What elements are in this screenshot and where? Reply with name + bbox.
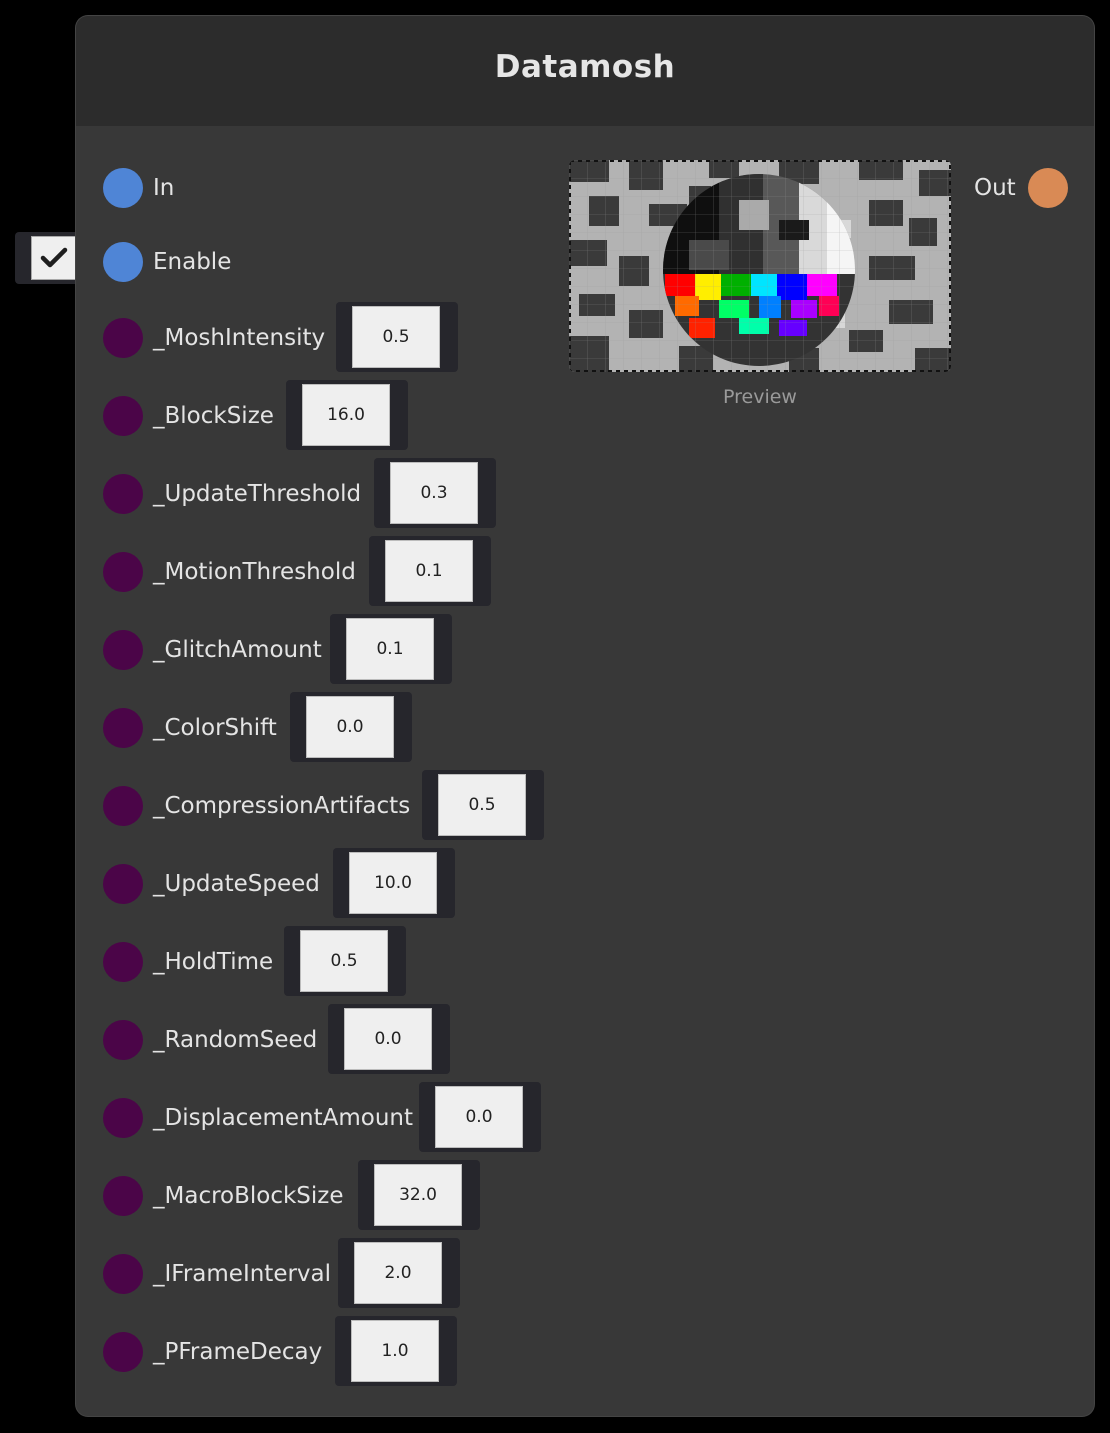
- param-label: _CompressionArtifacts: [153, 793, 411, 819]
- param-label: _UpdateSpeed: [153, 871, 320, 897]
- checkmark-icon: [40, 247, 68, 268]
- param-label: _BlockSize: [153, 403, 274, 429]
- param-row: _RandomSeed: [103, 1020, 317, 1060]
- param-port[interactable]: [103, 864, 143, 904]
- param-value-field[interactable]: 1.0: [351, 1320, 439, 1382]
- preview-image: [569, 160, 951, 372]
- param-field-container: 0.1: [369, 536, 491, 606]
- enable-checkbox[interactable]: [31, 236, 77, 280]
- param-row: _CompressionArtifacts: [103, 786, 410, 826]
- param-label: _RandomSeed: [153, 1027, 318, 1053]
- input-port-label-in: In: [153, 175, 175, 201]
- param-value-field[interactable]: 0.1: [346, 618, 434, 680]
- input-port-row-enable: Enable: [103, 242, 231, 282]
- param-value-field[interactable]: 0.1: [385, 540, 473, 602]
- param-label: _MotionThreshold: [153, 559, 356, 585]
- node-title: Datamosh: [494, 49, 676, 85]
- output-port-out[interactable]: [1027, 168, 1068, 208]
- param-field-container: 1.0: [335, 1316, 457, 1386]
- param-value-field[interactable]: 0.5: [300, 930, 388, 992]
- output-port-row-out: Out: [974, 168, 1068, 208]
- param-port[interactable]: [103, 1098, 143, 1138]
- param-value-field[interactable]: 0.5: [438, 774, 526, 836]
- param-value-field[interactable]: 32.0: [374, 1164, 462, 1226]
- param-label: _GlitchAmount: [153, 637, 322, 663]
- param-row: _MoshIntensity: [103, 318, 325, 358]
- input-port-enable[interactable]: [103, 242, 143, 282]
- param-field-container: 0.5: [284, 926, 406, 996]
- param-port[interactable]: [103, 942, 143, 982]
- param-label: _ColorShift: [153, 715, 277, 741]
- input-port-label-enable: Enable: [153, 249, 232, 275]
- param-field-container: 10.0: [333, 848, 455, 918]
- param-row: _DisplacementAmount: [103, 1098, 413, 1138]
- param-value-field[interactable]: 0.0: [344, 1008, 432, 1070]
- param-field-container: 0.0: [419, 1082, 541, 1152]
- param-row: _IFrameInterval: [103, 1254, 331, 1294]
- param-label: _MacroBlockSize: [153, 1183, 344, 1209]
- param-value-field[interactable]: 0.0: [306, 696, 394, 758]
- param-field-container: 0.5: [336, 302, 458, 372]
- param-field-container: 0.0: [290, 692, 412, 762]
- datamosh-node[interactable]: Datamosh In Enable Out Preview _MoshInte…: [76, 16, 1094, 1416]
- param-port[interactable]: [103, 1254, 143, 1294]
- param-port[interactable]: [103, 474, 143, 514]
- param-field-container: 0.5: [422, 770, 544, 840]
- param-label: _UpdateThreshold: [153, 481, 362, 507]
- param-field-container: 0.3: [374, 458, 496, 528]
- param-row: _HoldTime: [103, 942, 273, 982]
- param-row: _PFrameDecay: [103, 1332, 322, 1372]
- param-label: _HoldTime: [153, 949, 274, 975]
- param-label: _PFrameDecay: [153, 1339, 323, 1365]
- param-field-container: 16.0: [286, 380, 408, 450]
- param-label: _MoshIntensity: [153, 325, 326, 351]
- datamosh-preview-graphic: [569, 160, 951, 372]
- param-value-field[interactable]: 10.0: [349, 852, 437, 914]
- param-field-container: 0.1: [330, 614, 452, 684]
- param-port[interactable]: [103, 630, 143, 670]
- param-row: _GlitchAmount: [103, 630, 322, 670]
- param-row: _MacroBlockSize: [103, 1176, 344, 1216]
- param-row: _MotionThreshold: [103, 552, 356, 592]
- param-value-field[interactable]: 0.5: [352, 306, 440, 368]
- preview-label: Preview: [723, 386, 797, 408]
- input-port-row-in: In: [103, 168, 174, 208]
- param-row: _ColorShift: [103, 708, 277, 748]
- param-port[interactable]: [103, 1176, 143, 1216]
- param-label: _IFrameInterval: [153, 1261, 332, 1287]
- param-port[interactable]: [103, 396, 143, 436]
- input-port-in[interactable]: [103, 168, 143, 208]
- param-value-field[interactable]: 0.0: [435, 1086, 523, 1148]
- param-row: _UpdateSpeed: [103, 864, 320, 904]
- param-port[interactable]: [103, 708, 143, 748]
- node-header[interactable]: Datamosh: [76, 16, 1094, 126]
- param-field-container: 2.0: [338, 1238, 460, 1308]
- param-port[interactable]: [103, 1020, 143, 1060]
- param-row: _BlockSize: [103, 396, 274, 436]
- param-row: _UpdateThreshold: [103, 474, 361, 514]
- output-port-label-out: Out: [974, 175, 1016, 201]
- param-port[interactable]: [103, 552, 143, 592]
- param-field-container: 32.0: [358, 1160, 480, 1230]
- param-port[interactable]: [103, 786, 143, 826]
- param-port[interactable]: [103, 318, 143, 358]
- param-value-field[interactable]: 16.0: [302, 384, 390, 446]
- param-port[interactable]: [103, 1332, 143, 1372]
- param-field-container: 0.0: [328, 1004, 450, 1074]
- param-value-field[interactable]: 0.3: [390, 462, 478, 524]
- param-label: _DisplacementAmount: [153, 1105, 413, 1131]
- param-value-field[interactable]: 2.0: [354, 1242, 442, 1304]
